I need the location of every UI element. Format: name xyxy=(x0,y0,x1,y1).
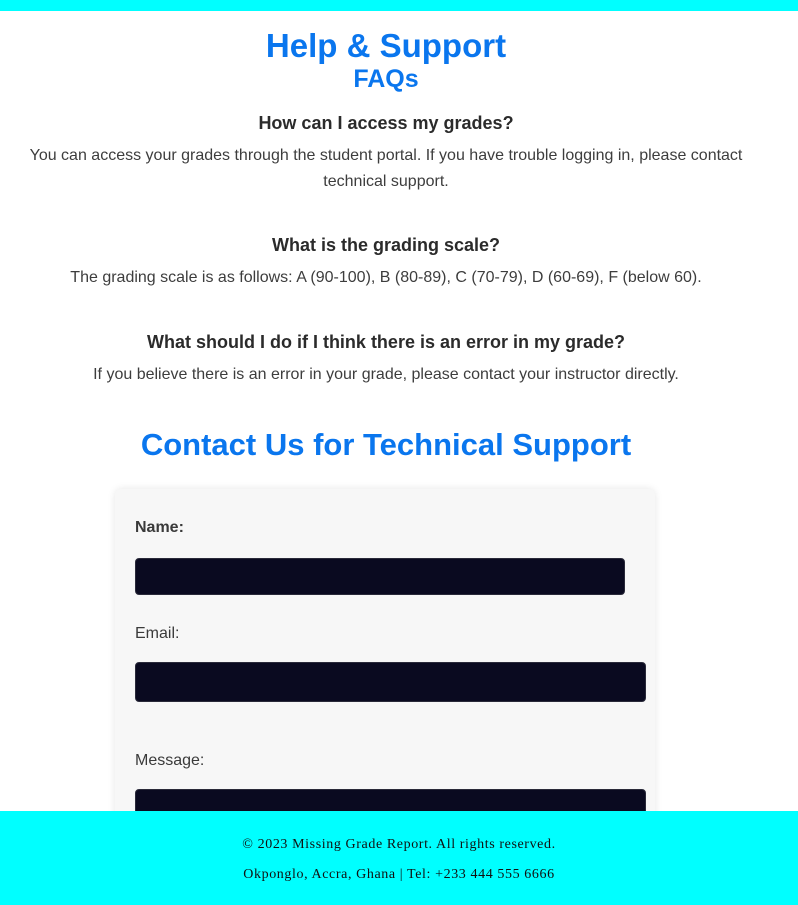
faq-answer-continued: technical support. xyxy=(323,173,449,190)
contact-form xyxy=(115,489,655,829)
contact-title: Contact Us for Technical Support xyxy=(140,427,632,462)
faq-question: How can I access my grades? xyxy=(258,113,514,133)
faq-question: What should I do if I think there is an … xyxy=(146,332,626,352)
faq-answer: If you believe there is an error in your… xyxy=(93,366,679,383)
page-title: Help & Support xyxy=(265,27,507,64)
message-label: Message: xyxy=(135,752,205,769)
footer-address: Okponglo, Accra, Ghana | Tel: +233 444 5… xyxy=(243,867,555,882)
footer-copyright: © 2023 Missing Grade Report. All rights … xyxy=(242,837,556,852)
email-label: Email: xyxy=(135,625,180,642)
top-accent-bar xyxy=(0,0,798,11)
faq-heading: FAQs xyxy=(353,65,419,93)
footer: © 2023 Missing Grade Report. All rights … xyxy=(0,811,798,905)
faq-question: What is the grading scale? xyxy=(271,235,501,255)
name-field[interactable] xyxy=(135,558,625,595)
faq-answer: You can access your grades through the s… xyxy=(29,147,743,164)
faq-answer: The grading scale is as follows: A (90-1… xyxy=(70,269,702,286)
name-label: Name: xyxy=(135,519,184,536)
email-field[interactable] xyxy=(135,662,646,702)
